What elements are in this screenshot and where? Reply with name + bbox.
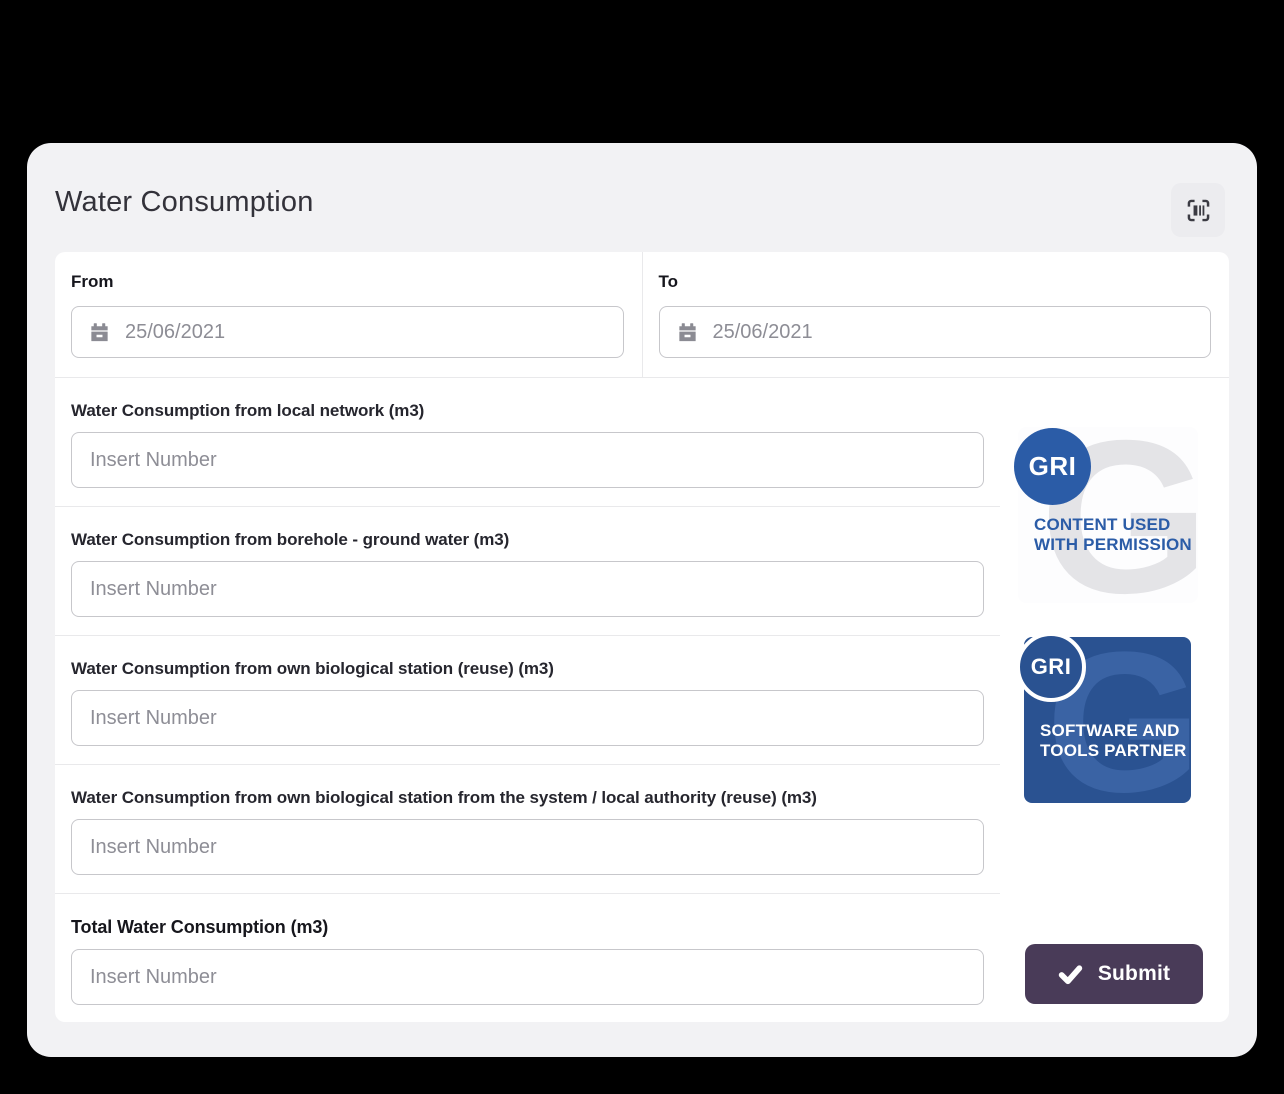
borehole-input[interactable] <box>71 561 984 617</box>
gri-content-permission-badge: G CONTENT USED WITH PERMISSION GRI <box>1018 427 1198 603</box>
to-date-input[interactable] <box>713 321 1195 344</box>
from-label: From <box>71 272 624 292</box>
from-date-section: From <box>55 252 643 377</box>
barcode-scan-icon <box>1185 197 1212 224</box>
water-consumption-form: From To <box>55 252 1229 1022</box>
badge-caption-line2: TOOLS PARTNER <box>1040 741 1186 761</box>
field-biological-station-reuse: Water Consumption from own biological st… <box>55 636 1000 765</box>
biological-station-input[interactable] <box>71 690 984 746</box>
from-date-field[interactable] <box>71 306 624 358</box>
field-local-network: Water Consumption from local network (m3… <box>55 378 1000 507</box>
page-title: Water Consumption <box>55 186 314 219</box>
field-label: Water Consumption from own biological st… <box>71 788 984 808</box>
total-water-input[interactable] <box>71 949 984 1005</box>
local-network-input[interactable] <box>71 432 984 488</box>
submit-label: Submit <box>1098 962 1170 986</box>
to-label: To <box>659 272 1212 292</box>
gri-software-partner-badge: G SOFTWARE AND TOOLS PARTNER GRI <box>1024 637 1191 803</box>
field-label: Water Consumption from local network (m3… <box>71 401 984 421</box>
side-column: G CONTENT USED WITH PERMISSION GRI G SOF… <box>1000 378 1229 1021</box>
calendar-icon <box>676 321 699 344</box>
from-date-input[interactable] <box>125 321 607 344</box>
date-range-row: From To <box>55 252 1229 378</box>
calendar-icon <box>88 321 111 344</box>
water-consumption-panel: Water Consumption From <box>27 143 1257 1057</box>
total-field-label: Total Water Consumption (m3) <box>71 917 984 938</box>
to-date-field[interactable] <box>659 306 1212 358</box>
field-label: Water Consumption from own biological st… <box>71 659 984 679</box>
field-total: Total Water Consumption (m3) <box>55 894 1000 1023</box>
submit-button[interactable]: Submit <box>1025 944 1203 1004</box>
biological-station-authority-input[interactable] <box>71 819 984 875</box>
gri-logo: GRI <box>1014 428 1091 505</box>
badge-caption-line1: SOFTWARE AND <box>1040 721 1186 741</box>
gri-logo: GRI <box>1016 632 1086 702</box>
field-borehole: Water Consumption from borehole - ground… <box>55 507 1000 636</box>
badge-caption-line1: CONTENT USED <box>1034 515 1192 535</box>
field-biological-station-authority: Water Consumption from own biological st… <box>55 765 1000 894</box>
scan-button[interactable] <box>1171 183 1225 237</box>
badge-caption-line2: WITH PERMISSION <box>1034 535 1192 555</box>
input-fields-column: Water Consumption from local network (m3… <box>55 378 1000 1021</box>
check-icon <box>1058 962 1083 987</box>
field-label: Water Consumption from borehole - ground… <box>71 530 984 550</box>
to-date-section: To <box>643 252 1230 377</box>
